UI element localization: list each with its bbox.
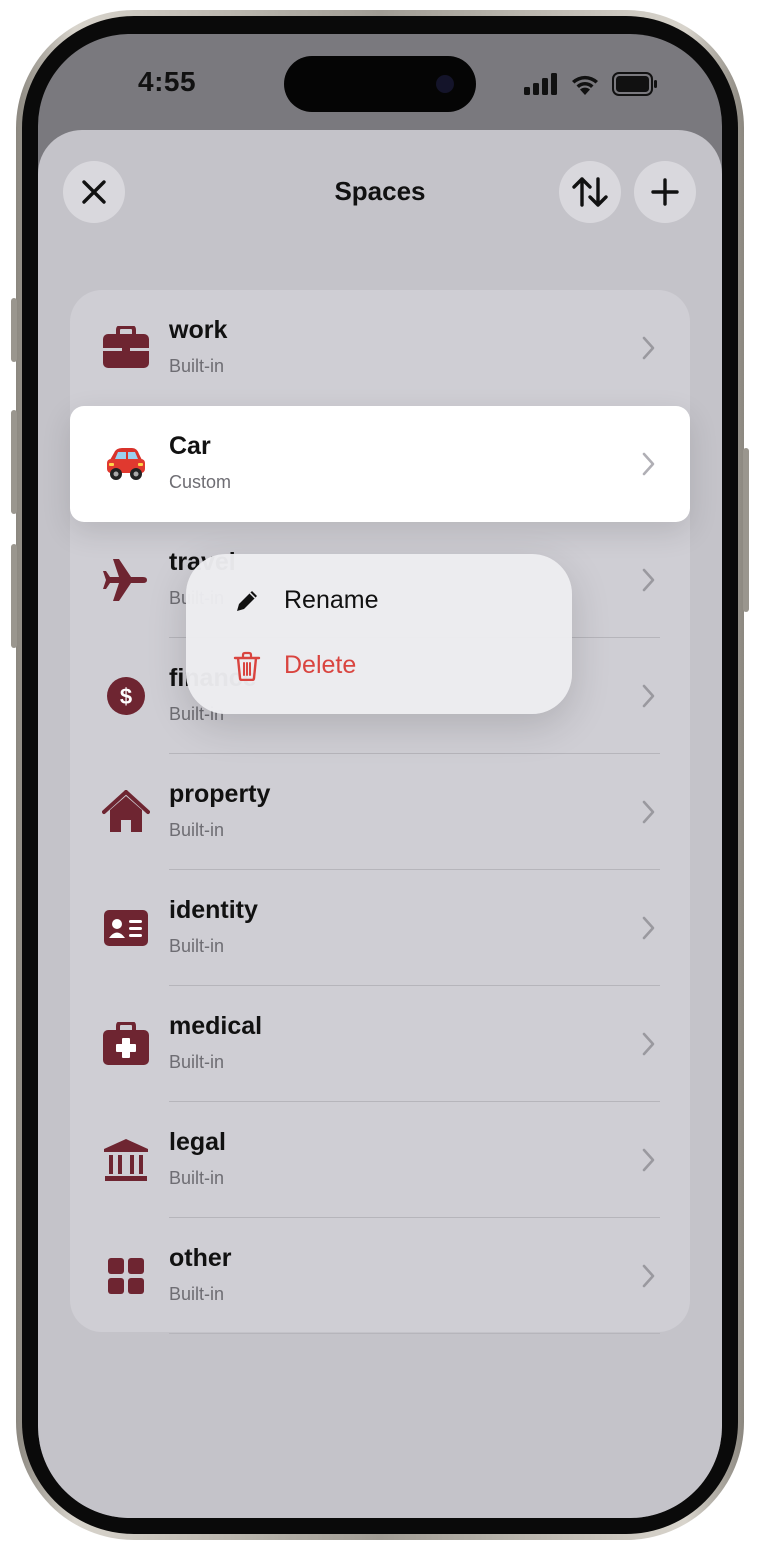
pencil-icon xyxy=(237,591,257,611)
bank-building-icon xyxy=(100,1134,152,1186)
status-time: 4:55 xyxy=(138,66,197,97)
house-icon xyxy=(100,786,152,838)
space-type: Built-in xyxy=(169,1052,225,1072)
power-button xyxy=(743,448,749,612)
list-item-work[interactable]: work Built-in xyxy=(70,290,690,406)
space-name: identity xyxy=(169,896,258,924)
delete-label: Delete xyxy=(284,651,357,679)
sort-button[interactable] xyxy=(559,161,621,223)
list-item-car[interactable]: Car Custom xyxy=(70,406,690,522)
rename-menu-item[interactable]: Rename xyxy=(186,569,572,633)
space-type: Built-in xyxy=(169,1284,225,1304)
space-name: property xyxy=(169,780,271,808)
cellular-signal-icon xyxy=(524,73,557,95)
grid-squares-icon xyxy=(100,1250,152,1302)
volume-down-button xyxy=(11,544,17,648)
dynamic-island xyxy=(284,56,476,112)
volume-up-button xyxy=(11,410,17,514)
space-type: Built-in xyxy=(169,820,225,840)
wifi-icon xyxy=(572,75,598,95)
space-type: Built-in xyxy=(169,936,225,956)
list-item-legal[interactable]: legal Built-in xyxy=(70,1102,690,1218)
trash-icon xyxy=(233,651,261,681)
space-name: work xyxy=(169,316,228,344)
list-item-property[interactable]: property Built-in xyxy=(70,754,690,870)
space-name: medical xyxy=(169,1012,263,1040)
plus-icon xyxy=(651,178,679,206)
list-item-medical[interactable]: medical Built-in xyxy=(70,986,690,1102)
airplane-icon xyxy=(100,554,152,606)
context-menu: Rename Delete xyxy=(186,554,572,714)
chevron-right-icon xyxy=(642,684,655,708)
list-item-identity[interactable]: identity Built-in xyxy=(70,870,690,986)
medical-kit-icon xyxy=(100,1018,152,1070)
status-icons xyxy=(524,72,658,96)
rename-label: Rename xyxy=(284,586,379,614)
battery-icon xyxy=(612,72,657,96)
space-name: Car xyxy=(169,432,211,460)
chevron-right-icon xyxy=(642,1148,655,1172)
row-divider xyxy=(169,1333,660,1334)
space-type: Custom xyxy=(169,472,232,492)
id-card-icon xyxy=(100,902,152,954)
screen: 4:55 Spaces work Built-in $ Built-in pro… xyxy=(38,34,722,1518)
chevron-right-icon xyxy=(642,336,655,360)
chevron-right-icon xyxy=(642,916,655,940)
action-button xyxy=(11,298,17,362)
car-row-content: Car Custom xyxy=(70,406,690,522)
chevron-right-icon xyxy=(642,1264,655,1288)
chevron-right-icon xyxy=(642,452,655,476)
chevron-right-icon xyxy=(642,568,655,592)
add-space-button[interactable] xyxy=(634,161,696,223)
chevron-right-icon xyxy=(642,1032,655,1056)
svg-text:$: $ xyxy=(120,684,132,709)
space-name: other xyxy=(169,1244,232,1272)
chevron-right-icon xyxy=(642,800,655,824)
space-type: Built-in xyxy=(169,356,225,376)
space-name: legal xyxy=(169,1128,226,1156)
briefcase-icon xyxy=(100,322,152,374)
list-item-other[interactable]: other Built-in xyxy=(70,1218,690,1334)
dollar-circle-icon: $ xyxy=(100,670,152,722)
space-type: Built-in xyxy=(169,1168,225,1188)
sort-arrows-icon xyxy=(572,177,608,207)
front-camera xyxy=(436,75,454,93)
car-emoji-icon xyxy=(100,438,152,490)
delete-menu-item[interactable]: Delete xyxy=(186,634,572,698)
